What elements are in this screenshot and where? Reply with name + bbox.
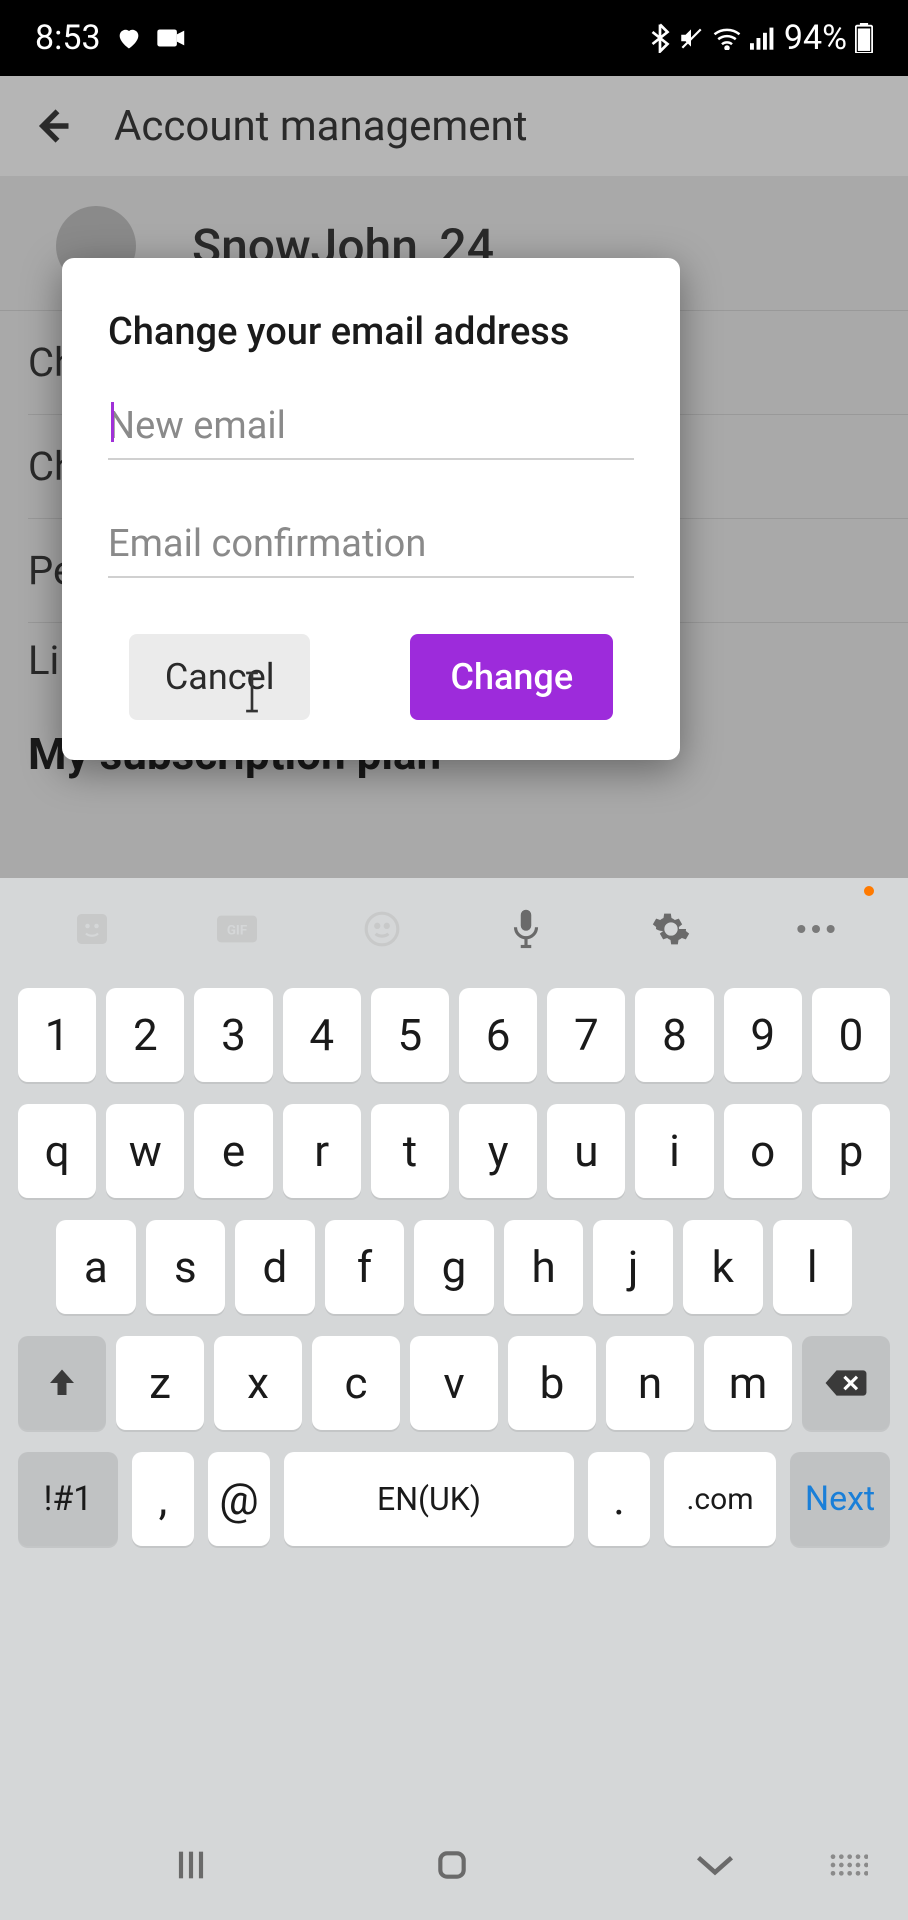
app-header: Account management	[0, 76, 908, 176]
dotcom-key[interactable]: .com	[664, 1452, 776, 1546]
status-time: 8:53	[35, 18, 101, 58]
bluetooth-icon	[650, 23, 670, 53]
backspace-key[interactable]	[802, 1336, 890, 1430]
mic-icon[interactable]	[504, 907, 548, 951]
heart-icon	[115, 24, 143, 52]
new-email-input[interactable]	[108, 398, 634, 454]
keyboard-switch-icon[interactable]	[828, 1850, 868, 1880]
key-f[interactable]: f	[325, 1220, 405, 1314]
kb-row-qwerty: q w e r t y u i o p	[18, 1104, 890, 1198]
sticker-icon[interactable]	[70, 907, 114, 951]
key-s[interactable]: s	[146, 1220, 226, 1314]
confirm-email-input[interactable]	[108, 516, 634, 572]
status-bar: 8:53 94%	[0, 0, 908, 76]
key-x[interactable]: x	[214, 1336, 302, 1430]
key-p[interactable]: p	[812, 1104, 890, 1198]
key-c[interactable]: c	[312, 1336, 400, 1430]
home-icon[interactable]	[432, 1845, 472, 1885]
key-8[interactable]: 8	[635, 988, 713, 1082]
key-2[interactable]: 2	[106, 988, 184, 1082]
key-9[interactable]: 9	[724, 988, 802, 1082]
key-k[interactable]: k	[683, 1220, 763, 1314]
comma-key[interactable]: ,	[132, 1452, 194, 1546]
key-3[interactable]: 3	[194, 988, 272, 1082]
key-7[interactable]: 7	[547, 988, 625, 1082]
status-right: 94%	[650, 18, 873, 58]
dialog-title: Change your email address	[108, 310, 634, 354]
key-u[interactable]: u	[547, 1104, 625, 1198]
key-m[interactable]: m	[704, 1336, 792, 1430]
notification-dot	[864, 886, 874, 896]
gear-icon[interactable]	[649, 907, 693, 951]
key-6[interactable]: 6	[459, 988, 537, 1082]
key-i[interactable]: i	[635, 1104, 713, 1198]
status-left: 8:53	[35, 18, 187, 58]
key-5[interactable]: 5	[371, 988, 449, 1082]
key-q[interactable]: q	[18, 1104, 96, 1198]
key-0[interactable]: 0	[812, 988, 890, 1082]
key-h[interactable]: h	[504, 1220, 584, 1314]
recent-apps-icon[interactable]	[171, 1845, 211, 1885]
kb-row-asdf: a s d f g h j k l	[18, 1220, 890, 1314]
text-caret	[111, 402, 114, 442]
text-cursor-handle-icon[interactable]	[244, 670, 260, 714]
header-title: Account management	[114, 102, 527, 151]
at-key[interactable]: @	[208, 1452, 270, 1546]
camera-icon	[157, 27, 187, 49]
kb-row-bottom: !#1 , @ EN(UK) . .com Next	[18, 1452, 890, 1546]
shift-key[interactable]	[18, 1336, 106, 1430]
keyboard-toolbar: GIF	[0, 878, 908, 980]
signal-icon	[750, 26, 776, 50]
battery-icon	[855, 23, 873, 53]
key-v[interactable]: v	[410, 1336, 498, 1430]
change-button[interactable]: Change	[410, 634, 613, 720]
mute-icon	[678, 25, 704, 51]
key-t[interactable]: t	[371, 1104, 449, 1198]
keyboard-rows: 1 2 3 4 5 6 7 8 9 0 q w e r t y u i o p …	[0, 980, 908, 1810]
wifi-icon	[712, 26, 742, 50]
key-4[interactable]: 4	[283, 988, 361, 1082]
change-email-dialog: Change your email address Cancel Change	[62, 258, 680, 760]
key-n[interactable]: n	[606, 1336, 694, 1430]
dialog-buttons: Cancel Change	[108, 634, 634, 720]
svg-text:GIF: GIF	[227, 923, 248, 938]
key-r[interactable]: r	[283, 1104, 361, 1198]
next-key[interactable]: Next	[790, 1452, 890, 1546]
key-j[interactable]: j	[593, 1220, 673, 1314]
kb-row-numbers: 1 2 3 4 5 6 7 8 9 0	[18, 988, 890, 1082]
key-w[interactable]: w	[106, 1104, 184, 1198]
emoji-icon[interactable]	[360, 907, 404, 951]
confirm-email-field[interactable]	[108, 516, 634, 578]
symbols-key[interactable]: !#1	[18, 1452, 118, 1546]
kb-row-zxcv: z x c v b n m	[18, 1336, 890, 1430]
back-arrow-icon[interactable]	[30, 104, 74, 148]
key-e[interactable]: e	[194, 1104, 272, 1198]
nav-bar	[0, 1810, 908, 1920]
key-z[interactable]: z	[116, 1336, 204, 1430]
period-key[interactable]: .	[588, 1452, 650, 1546]
back-icon[interactable]	[693, 1851, 737, 1879]
key-l[interactable]: l	[773, 1220, 853, 1314]
new-email-field[interactable]	[108, 398, 634, 460]
key-y[interactable]: y	[459, 1104, 537, 1198]
key-d[interactable]: d	[235, 1220, 315, 1314]
key-a[interactable]: a	[56, 1220, 136, 1314]
cancel-button[interactable]: Cancel	[129, 634, 311, 720]
key-b[interactable]: b	[508, 1336, 596, 1430]
key-g[interactable]: g	[414, 1220, 494, 1314]
gif-icon[interactable]: GIF	[215, 907, 259, 951]
more-icon[interactable]	[794, 907, 838, 951]
space-key[interactable]: EN(UK)	[284, 1452, 574, 1546]
battery-percent: 94%	[784, 18, 847, 58]
keyboard: GIF 1 2 3 4 5 6 7 8 9 0 q w	[0, 878, 908, 1920]
key-o[interactable]: o	[724, 1104, 802, 1198]
key-1[interactable]: 1	[18, 988, 96, 1082]
